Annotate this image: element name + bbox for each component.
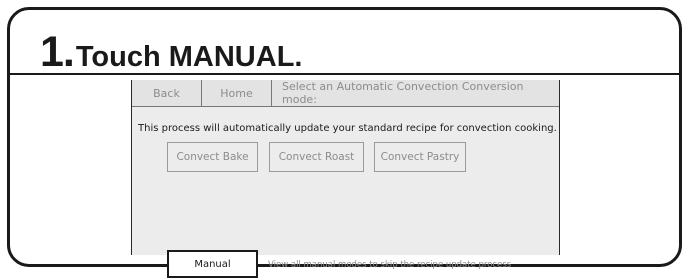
- manual-hint: View all manual modes to skip the recipe…: [268, 260, 512, 270]
- manual-button[interactable]: Manual: [167, 250, 258, 278]
- home-button[interactable]: Home: [202, 80, 272, 106]
- nav-bar: Back Home Select an Automatic Convection…: [132, 80, 559, 107]
- convect-pastry-button[interactable]: Convect Pastry: [374, 142, 466, 172]
- step-instruction: Touch MANUAL.: [75, 41, 303, 73]
- convect-bake-button[interactable]: Convect Bake: [167, 142, 258, 172]
- step-title: 1. Touch MANUAL.: [40, 28, 302, 76]
- screen-prompt: Select an Automatic Convection Conversio…: [272, 80, 559, 106]
- conversion-description: This process will automatically update y…: [138, 123, 557, 134]
- title-divider: [10, 73, 679, 75]
- convect-roast-button[interactable]: Convect Roast: [269, 142, 364, 172]
- oven-control-screen: Back Home Select an Automatic Convection…: [131, 80, 560, 278]
- back-button[interactable]: Back: [132, 80, 202, 106]
- step-number: 1.: [40, 28, 75, 76]
